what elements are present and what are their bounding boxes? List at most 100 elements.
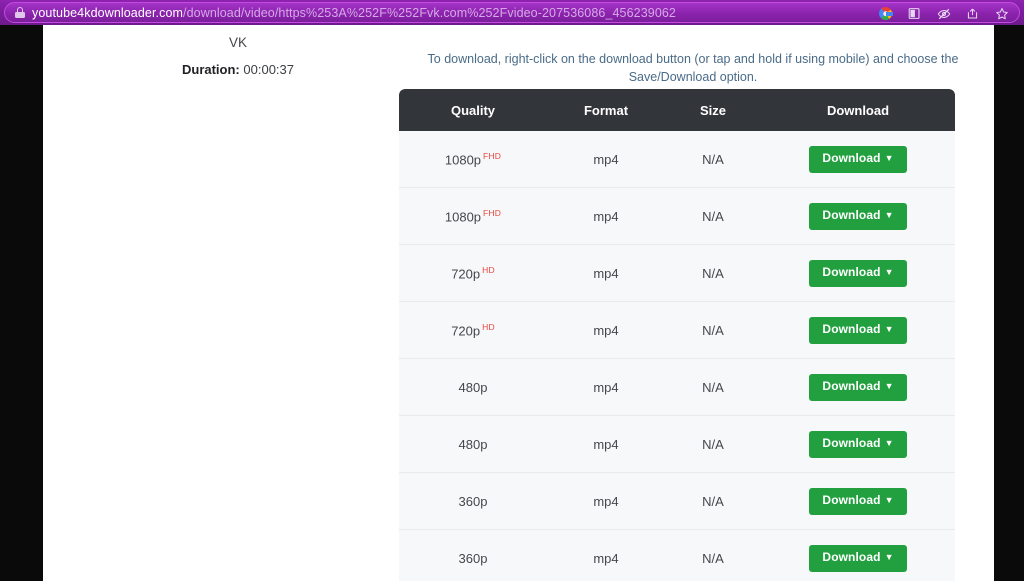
chevron-down-icon: ▼: [884, 209, 894, 220]
table-row: 480p mp4 N/A Download ▼: [399, 358, 955, 416]
cell-size: N/A: [665, 358, 761, 416]
cell-format: mp4: [547, 187, 665, 245]
table-head: Quality Format Size Download: [399, 89, 955, 131]
cell-size: N/A: [665, 131, 761, 188]
quality-value: 720p: [451, 266, 481, 282]
eye-slash-icon[interactable]: [936, 6, 951, 21]
cell-quality: 480p: [399, 358, 547, 416]
lock-icon[interactable]: [14, 7, 25, 18]
cell-download: Download ▼: [761, 244, 955, 302]
download-button[interactable]: Download ▼: [809, 202, 907, 230]
browser-toolbar-icons: [878, 3, 1009, 24]
download-button-label: Download: [822, 321, 881, 336]
cell-quality: 1080p FHD: [399, 187, 547, 245]
chevron-down-icon: ▼: [884, 323, 894, 334]
quality-badge: HD: [482, 264, 495, 275]
cell-quality: 1080p FHD: [399, 131, 547, 188]
google-icon[interactable]: [878, 6, 893, 21]
cell-format: mp4: [547, 301, 665, 359]
bookmark-star-icon[interactable]: [994, 6, 1009, 21]
quality-value: 480p: [458, 436, 488, 452]
cell-quality: 480p: [399, 415, 547, 473]
table-row: 360p mp4 N/A Download ▼: [399, 472, 955, 530]
download-button[interactable]: Download ▼: [809, 544, 907, 572]
letterbox-left: [0, 25, 43, 581]
table-row: 480p mp4 N/A Download ▼: [399, 415, 955, 473]
cell-quality: 360p: [399, 529, 547, 581]
cell-download: Download ▼: [761, 301, 955, 359]
cell-download: Download ▼: [761, 415, 955, 473]
download-button-label: Download: [822, 492, 881, 507]
quality-value: 720p: [451, 323, 481, 339]
download-button[interactable]: Download ▼: [809, 145, 907, 173]
url-text[interactable]: youtube4kdownloader.com/download/video/h…: [32, 6, 676, 20]
cell-download: Download ▼: [761, 358, 955, 416]
page-content: VK Duration: 00:00:37 To download, right…: [43, 25, 994, 581]
chevron-down-icon: ▼: [884, 152, 894, 163]
cell-format: mp4: [547, 415, 665, 473]
download-hint-text: To download, right-click on the download…: [427, 52, 959, 84]
chevron-down-icon: ▼: [884, 266, 894, 277]
quality-badge: HD: [482, 321, 495, 332]
download-button[interactable]: Download ▼: [809, 316, 907, 344]
cell-download: Download ▼: [761, 187, 955, 245]
url-domain: youtube4kdownloader.com: [32, 5, 184, 20]
url-path: /download/video/https%253A%252F%252Fvk.c…: [183, 5, 676, 20]
cell-download: Download ▼: [761, 472, 955, 530]
quality-badge: FHD: [483, 150, 502, 161]
table-row: 1080p FHD mp4 N/A Download ▼: [399, 187, 955, 245]
chevron-down-icon: ▼: [884, 494, 894, 505]
letterbox-right: [994, 25, 1024, 581]
quality-value: 480p: [458, 379, 488, 395]
cell-quality: 360p: [399, 472, 547, 530]
table-row: 720p HD mp4 N/A Download ▼: [399, 301, 955, 359]
chevron-down-icon: ▼: [884, 437, 894, 448]
download-button-label: Download: [822, 150, 881, 165]
table-row: 360p mp4 N/A Download ▼: [399, 529, 955, 581]
cell-format: mp4: [547, 131, 665, 188]
cell-size: N/A: [665, 529, 761, 581]
quality-value: 360p: [458, 493, 488, 509]
column-header-quality: Quality: [399, 89, 547, 131]
quality-value: 1080p: [444, 152, 482, 168]
download-button[interactable]: Download ▼: [809, 259, 907, 287]
quality-value: 360p: [458, 550, 488, 566]
download-button[interactable]: Download ▼: [809, 487, 907, 515]
download-button-label: Download: [822, 435, 881, 450]
cell-size: N/A: [665, 244, 761, 302]
duration-value: 00:00:37: [243, 62, 294, 77]
download-table-container: Quality Format Size Download 1080p FHD mp4…: [399, 89, 955, 581]
table-header-row: Quality Format Size Download: [399, 89, 955, 131]
cell-format: mp4: [547, 358, 665, 416]
cell-quality: 720p HD: [399, 301, 547, 359]
chevron-down-icon: ▼: [884, 380, 894, 391]
omnibox[interactable]: youtube4kdownloader.com/download/video/h…: [4, 2, 1020, 23]
download-button-label: Download: [822, 264, 881, 279]
download-button[interactable]: Download ▼: [809, 373, 907, 401]
download-table: Quality Format Size Download 1080p FHD mp4…: [399, 89, 955, 581]
cell-download: Download ▼: [761, 131, 955, 188]
cell-format: mp4: [547, 529, 665, 581]
cell-size: N/A: [665, 187, 761, 245]
video-info-panel: VK Duration: 00:00:37: [103, 33, 373, 77]
download-button[interactable]: Download ▼: [809, 430, 907, 458]
browser-address-bar: youtube4kdownloader.com/download/video/h…: [0, 0, 1024, 25]
cell-size: N/A: [665, 415, 761, 473]
table-row: 1080p FHD mp4 N/A Download ▼: [399, 131, 955, 188]
duration-label: Duration:: [181, 62, 240, 77]
download-button-label: Download: [822, 207, 881, 222]
table-body: 1080p FHD mp4 N/A Download ▼ 1080p FHD mp4 N/A Dow…: [399, 131, 955, 581]
cell-download: Download ▼: [761, 529, 955, 581]
cell-format: mp4: [547, 472, 665, 530]
column-header-format: Format: [547, 89, 665, 131]
office-icon[interactable]: [907, 6, 922, 21]
quality-badge: FHD: [483, 207, 502, 218]
share-icon[interactable]: [965, 6, 980, 21]
download-button-label: Download: [822, 549, 881, 564]
cell-format: mp4: [547, 244, 665, 302]
chevron-down-icon: ▼: [884, 551, 894, 562]
table-row: 720p HD mp4 N/A Download ▼: [399, 244, 955, 302]
cell-size: N/A: [665, 301, 761, 359]
cell-size: N/A: [665, 472, 761, 530]
source-site-name: VK: [228, 35, 247, 50]
